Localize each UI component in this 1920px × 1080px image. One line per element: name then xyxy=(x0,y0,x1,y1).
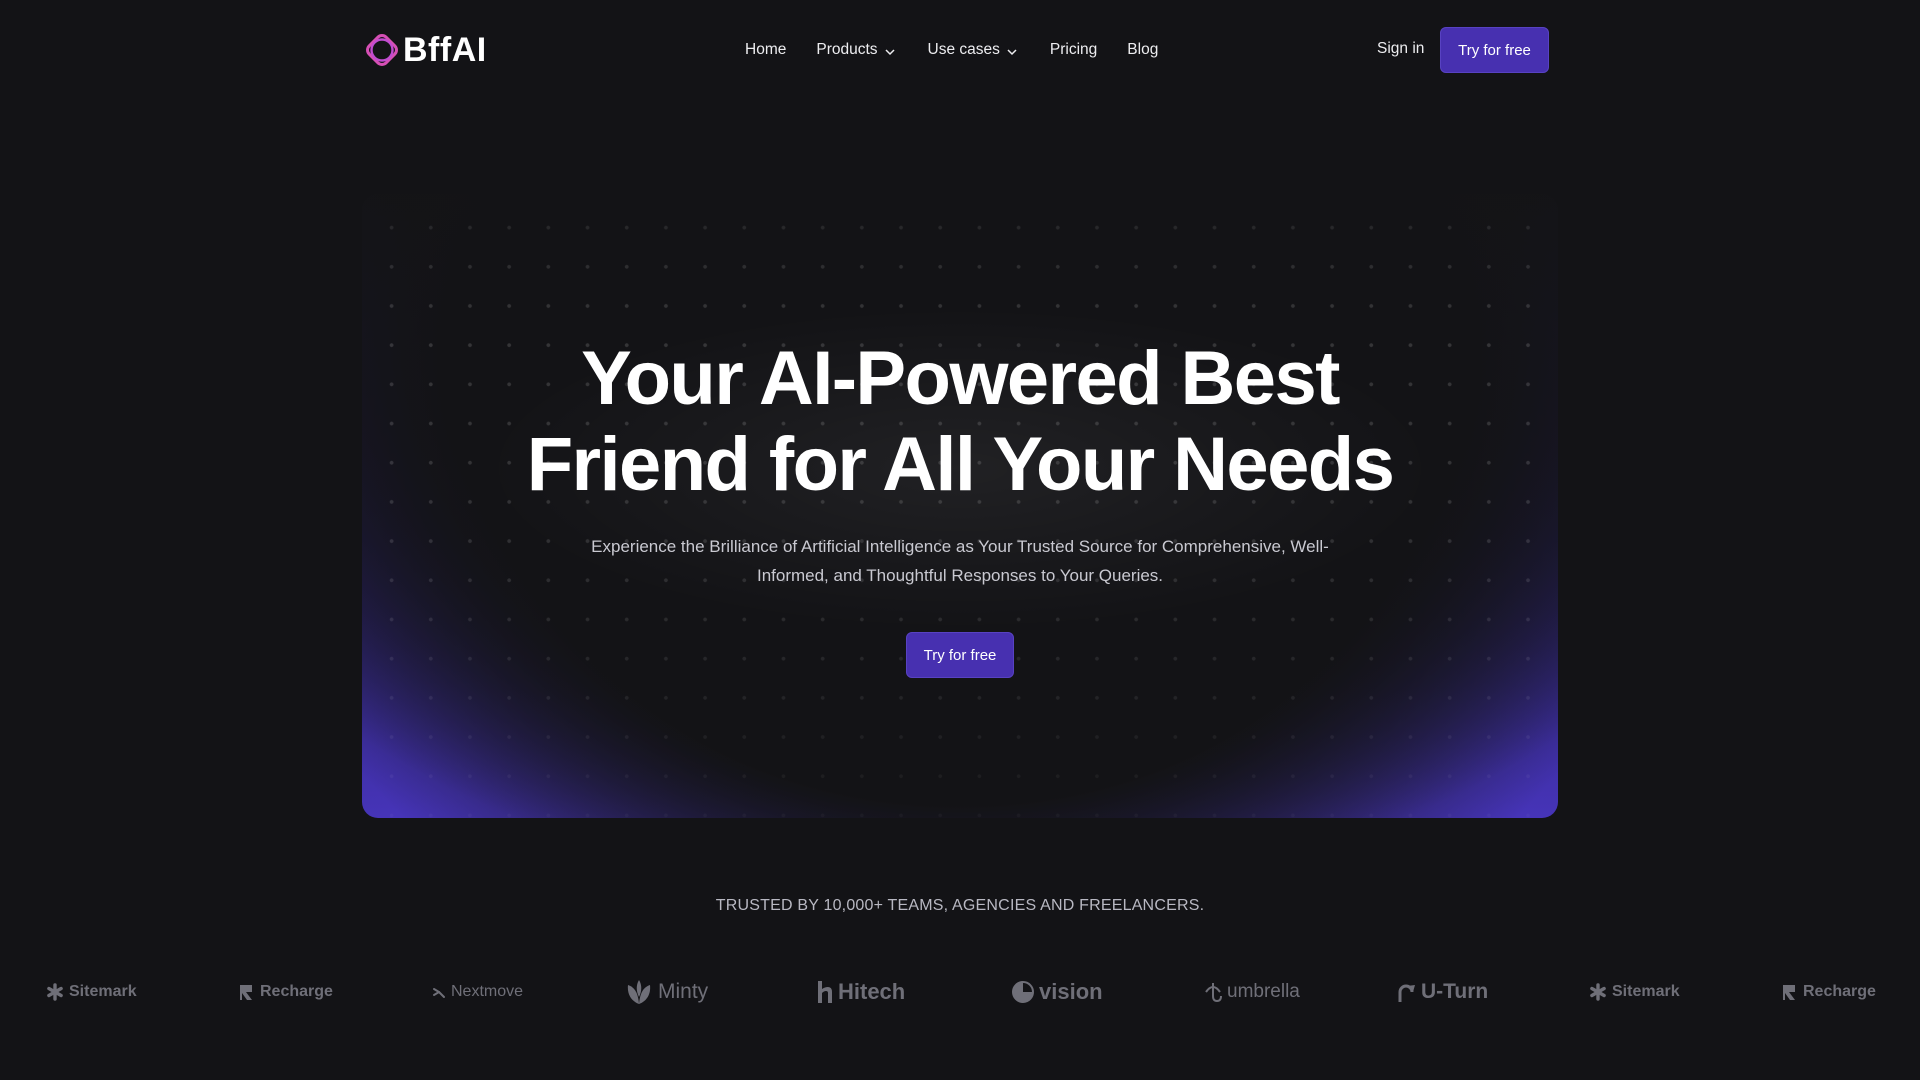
nav-use-cases-menu[interactable]: Use cases xyxy=(928,41,1018,59)
umbrella-icon xyxy=(1205,983,1222,1003)
chevron-down-icon xyxy=(885,48,895,55)
recharge-icon xyxy=(1783,985,1795,1000)
hero-try-free-button[interactable]: Try for free xyxy=(906,632,1014,678)
brand-logo[interactable]: BffAI xyxy=(365,30,487,70)
customer-logo-sitemark: Sitemark xyxy=(1589,972,1680,1012)
top-navbar: BffAI Home Products Use cases Pricing Bl… xyxy=(0,0,1920,100)
nav-blog-link[interactable]: Blog xyxy=(1127,41,1158,59)
customer-logo-label: Nextmove xyxy=(451,983,524,1000)
hero-subtitle: Experience the Brilliance of Artificial … xyxy=(591,537,1329,585)
customer-logo-umbrella: umbrella xyxy=(1204,972,1300,1012)
uturn-icon xyxy=(1398,984,1415,1002)
chevron-down-icon xyxy=(1007,48,1017,55)
asterisk-icon xyxy=(47,983,63,1001)
recharge-icon xyxy=(240,985,252,1000)
customer-logo-sitemark: Sitemark xyxy=(46,972,137,1012)
hero-title-line1: Your AI-Powered Best xyxy=(581,336,1340,421)
h-icon xyxy=(818,981,832,1003)
customer-logo-recharge: Recharge xyxy=(239,972,333,1012)
nextmove-icon xyxy=(433,988,445,998)
landing-page: BffAI Home Products Use cases Pricing Bl… xyxy=(0,0,1920,1080)
main-nav: Home Products Use cases Pricing Blog xyxy=(745,38,1158,62)
nav-products-label: Products xyxy=(816,41,878,58)
customer-logo-nextmove: Nextmove xyxy=(432,972,523,1012)
nav-home-link[interactable]: Home xyxy=(745,41,786,59)
brand-name: BffAI xyxy=(403,31,487,69)
customer-logo-minty: Minty xyxy=(625,972,708,1012)
customer-logo-label: U-Turn xyxy=(1421,980,1489,1003)
customer-logo-label: Recharge xyxy=(1803,983,1876,1000)
nav-products-menu[interactable]: Products xyxy=(816,41,895,59)
hero-top-fade xyxy=(362,194,1558,324)
customer-logo-label: Recharge xyxy=(260,983,333,1000)
customer-logo-label: Sitemark xyxy=(1612,983,1680,1000)
customer-logo-hitech: Hitech xyxy=(817,972,905,1012)
trusted-by-heading: TRUSTED BY 10,000+ TEAMS, AGENCIES AND F… xyxy=(715,897,1205,914)
leaf-icon xyxy=(627,980,651,1004)
customer-logo-label: Minty xyxy=(658,980,709,1003)
customer-logo-uturn: U-Turn xyxy=(1396,972,1488,1012)
customer-logo-label: umbrella xyxy=(1227,981,1300,1002)
customer-logo-label: Hitech xyxy=(838,979,906,1004)
sign-in-link[interactable]: Sign in xyxy=(1377,40,1424,58)
circle-icon xyxy=(1012,981,1034,1003)
nav-use-cases-label: Use cases xyxy=(927,41,1000,58)
hero-card: Your AI-Powered Best Friend for All Your… xyxy=(362,194,1558,818)
hero-title-line2: Friend for All Your Needs xyxy=(526,422,1395,507)
hero-title: Your AI-Powered Best Friend for All Your… xyxy=(362,336,1558,508)
customer-logos-strip: Sitemark Recharge Nextmove Minty Hitech … xyxy=(0,972,1920,1012)
customer-logo-vision: vision xyxy=(1012,972,1103,1012)
customer-logo-label: vision xyxy=(1039,979,1103,1004)
customer-logo-label: Sitemark xyxy=(69,983,137,1000)
nav-pricing-link[interactable]: Pricing xyxy=(1050,41,1097,59)
asterisk-icon xyxy=(1590,983,1606,1001)
customer-logo-recharge: Recharge xyxy=(1782,972,1876,1012)
logo-mark-icon xyxy=(366,34,398,66)
nav-try-free-button[interactable]: Try for free xyxy=(1440,27,1549,73)
